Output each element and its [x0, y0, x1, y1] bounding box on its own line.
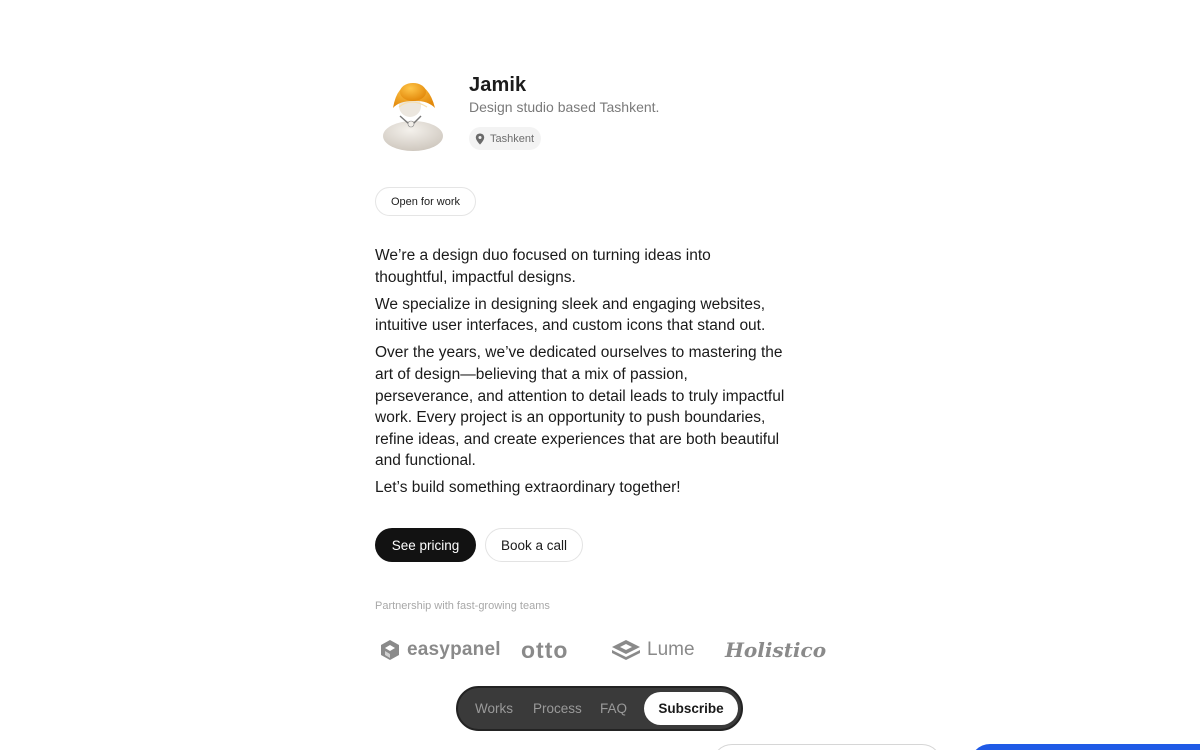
- status-badge: Open for work: [375, 187, 476, 216]
- partners-label: Partnership with fast-growing teams: [375, 600, 550, 612]
- nav-works-link[interactable]: Works: [475, 688, 513, 729]
- bio-paragraph: Let’s build something extraordinary toge…: [375, 479, 681, 497]
- partner-logo-easypanel: easypanel: [379, 636, 501, 664]
- bio-paragraph: We’re a design duo focused on turning id…: [375, 247, 711, 286]
- offscreen-outline-button[interactable]: [712, 744, 942, 750]
- partner-logo-text: Holistico: [725, 638, 827, 662]
- easypanel-icon: [381, 640, 399, 660]
- bio-section: We’re a design duo focused on turning id…: [375, 245, 785, 505]
- location-label: Tashkent: [490, 132, 535, 145]
- profile-tagline: Design studio based Tashkent.: [469, 99, 660, 115]
- map-pin-icon: [475, 133, 485, 144]
- bio-paragraph: We specialize in designing sleek and eng…: [375, 295, 766, 335]
- partner-logo-otto: otto: [521, 636, 568, 664]
- bottom-nav: Works Process FAQ Subscribe: [456, 686, 743, 731]
- partner-logo-holistico: Holistico: [725, 636, 826, 664]
- lume-icon: [612, 640, 640, 660]
- profile-name: Jamik: [469, 74, 527, 96]
- avatar: [383, 83, 443, 151]
- offscreen-blue-button[interactable]: [970, 744, 1200, 750]
- nav-faq-link[interactable]: FAQ: [600, 688, 627, 729]
- see-pricing-button[interactable]: See pricing: [375, 528, 476, 562]
- location-badge: Tashkent: [469, 127, 542, 150]
- bio-paragraph: Over the years, we’ve dedicated ourselve…: [375, 344, 785, 470]
- book-a-call-button[interactable]: Book a call: [485, 528, 583, 562]
- nav-process-link[interactable]: Process: [533, 688, 582, 729]
- partner-logo-text: easypanel: [407, 639, 501, 660]
- partner-logo-lume: Lume: [611, 636, 695, 664]
- partner-logo-text: Lume: [647, 639, 695, 660]
- partner-logo-text: otto: [521, 636, 569, 663]
- page: Jamik Design studio based Tashkent. Tash…: [0, 0, 1200, 750]
- subscribe-button[interactable]: Subscribe: [644, 692, 738, 725]
